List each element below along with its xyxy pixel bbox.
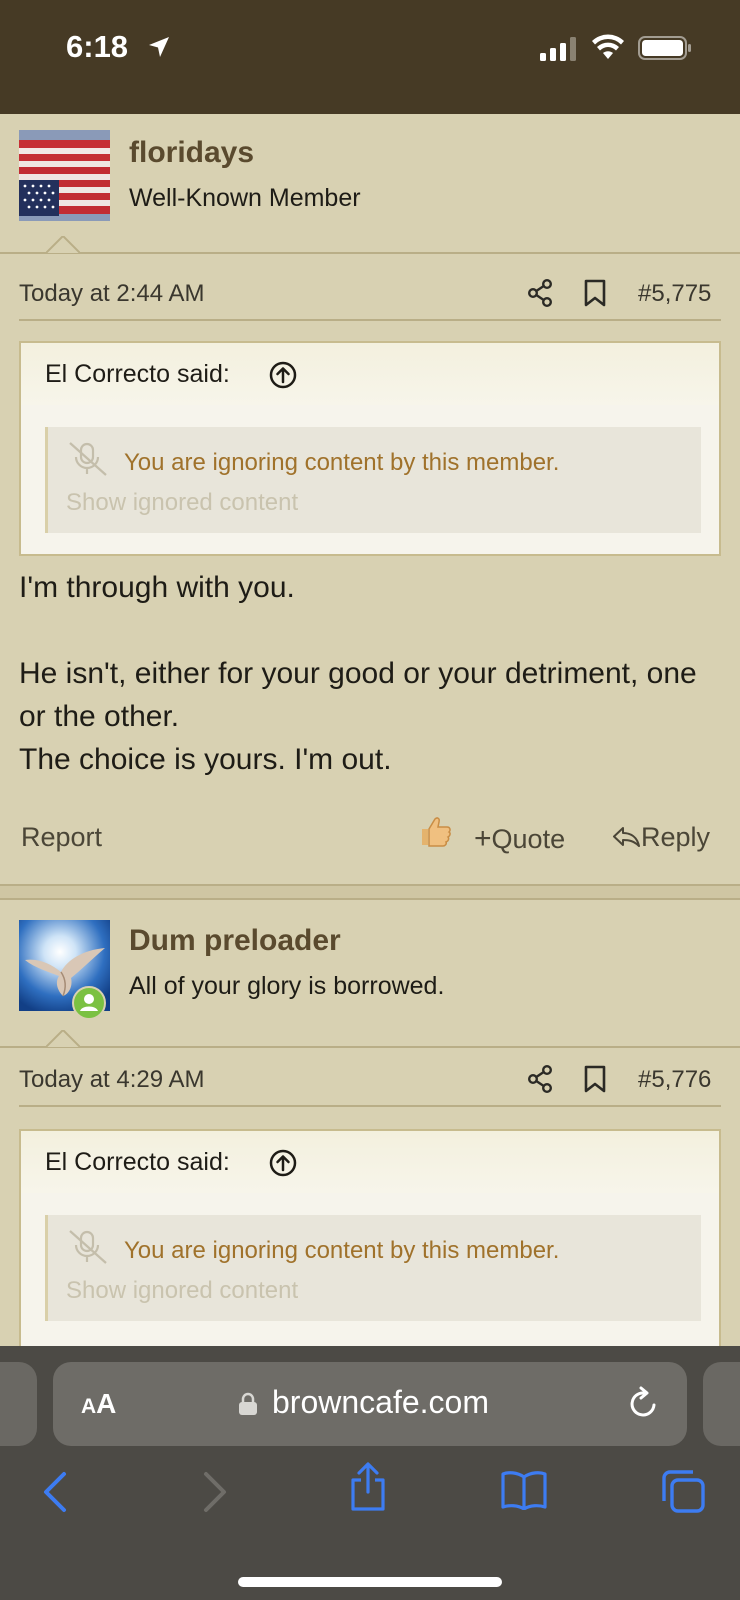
post: floridays Well-Known Member Today at 2:4… [0, 114, 740, 884]
back-icon[interactable] [40, 1470, 70, 1514]
quote-author[interactable]: El Correcto said: [45, 1148, 230, 1177]
ignored-message: You are ignoring content by this member. [124, 1237, 560, 1264]
cellular-signal-icon [540, 37, 576, 61]
share-sheet-icon[interactable] [348, 1462, 388, 1512]
post-date[interactable]: Today at 2:44 AM [19, 280, 204, 308]
message-arrow [46, 236, 80, 253]
user-title: Well-Known Member [129, 184, 361, 212]
reply-label: Reply [641, 822, 711, 852]
divider [0, 252, 740, 254]
quote-block: El Correcto said: You are ignoring conte… [19, 1129, 721, 1369]
show-ignored-link[interactable]: Show ignored content [66, 489, 298, 517]
bookmark-icon[interactable] [584, 279, 606, 307]
tabs-icon[interactable] [660, 1468, 706, 1514]
body-line: He isn't, either for your good or your d… [19, 657, 697, 733]
plus-icon: + [474, 822, 492, 855]
show-ignored-link[interactable]: Show ignored content [66, 1277, 298, 1305]
muted-microphone-icon [69, 442, 107, 476]
status-time: 6:18 [66, 29, 129, 64]
bookmark-icon[interactable] [584, 1065, 606, 1093]
quote-button[interactable]: +Quote [474, 822, 565, 856]
text-size-large-a: A [96, 1388, 117, 1419]
divider [19, 1105, 721, 1107]
bookmarks-icon[interactable] [500, 1470, 548, 1510]
lock-icon [239, 1392, 257, 1415]
share-icon[interactable] [527, 1065, 553, 1093]
quote-header: El Correcto said: [21, 343, 719, 405]
browser-toolbar: AA browncafe.com [0, 1346, 740, 1600]
body-line [19, 609, 719, 652]
divider [0, 1046, 740, 1048]
message-arrow [46, 1030, 80, 1047]
post-separator [0, 884, 740, 900]
post-body: I'm through with you. He isn't, either f… [19, 566, 719, 781]
reload-icon[interactable] [628, 1386, 660, 1420]
user-title: All of your glory is borrowed. [129, 972, 445, 1000]
username[interactable]: Dum preloader [129, 924, 341, 958]
post-date[interactable]: Today at 4:29 AM [19, 1066, 204, 1094]
location-arrow-icon [149, 37, 169, 57]
text-size-small-a: A [81, 1395, 97, 1418]
text-size-button[interactable]: AA [81, 1388, 116, 1420]
ignored-message: You are ignoring content by this member. [124, 449, 560, 476]
quote-block: El Correcto said: You are ignoring conte… [19, 341, 721, 556]
forward-icon[interactable] [200, 1470, 230, 1514]
address-bar[interactable]: AA browncafe.com [53, 1362, 687, 1446]
ignored-content-notice: You are ignoring content by this member.… [45, 1215, 701, 1321]
post-number[interactable]: #5,775 [638, 280, 711, 308]
reply-button[interactable]: Reply [611, 822, 710, 853]
online-status-icon [72, 986, 106, 1020]
muted-microphone-icon [69, 1230, 107, 1264]
username[interactable]: floridays [129, 136, 254, 170]
previous-tab-pill[interactable] [0, 1362, 37, 1446]
body-line: The choice is yours. I'm out. [19, 743, 392, 776]
url-text[interactable]: browncafe.com [272, 1384, 489, 1421]
thumbs-up-icon[interactable] [419, 814, 453, 848]
home-indicator [238, 1577, 502, 1587]
upside-down-flag-image [19, 130, 110, 221]
quote-author[interactable]: El Correcto said: [45, 360, 230, 389]
wifi-icon [592, 34, 624, 59]
post: Dum preloader All of your glory is borro… [0, 900, 740, 1369]
arrow-up-circle-icon[interactable] [269, 1149, 297, 1177]
arrow-up-circle-icon[interactable] [269, 361, 297, 389]
next-tab-pill[interactable] [703, 1362, 740, 1446]
quote-header: El Correcto said: [21, 1131, 719, 1193]
body-line: I'm through with you. [19, 571, 295, 604]
post-number[interactable]: #5,776 [638, 1066, 711, 1094]
ignored-content-notice: You are ignoring content by this member.… [45, 427, 701, 533]
divider [19, 319, 721, 321]
avatar[interactable] [19, 130, 110, 221]
quote-label: Quote [491, 824, 566, 854]
post-actions: Report +Quote Reply [0, 817, 740, 862]
battery-icon [638, 36, 691, 60]
report-button[interactable]: Report [21, 822, 102, 853]
status-bar: 6:18 [0, 0, 740, 114]
reply-arrow-icon [613, 827, 640, 847]
share-icon[interactable] [527, 279, 553, 307]
